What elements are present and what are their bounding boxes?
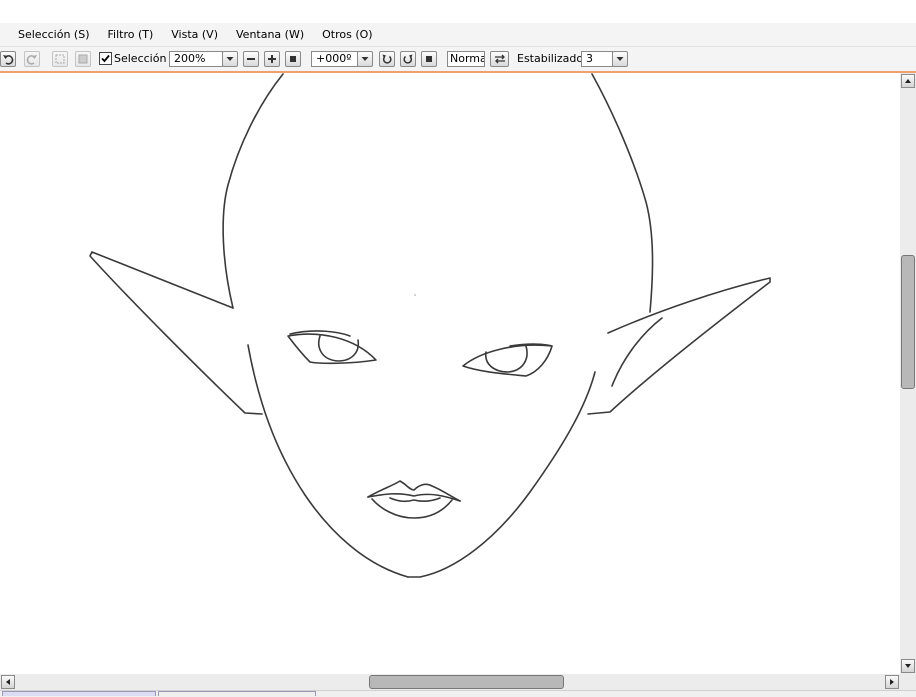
- toolbar: Selección 200% +000º Normal Estabilizado…: [0, 47, 916, 73]
- menu-seleccion[interactable]: Selección (S): [9, 23, 99, 46]
- stabilizer-dropdown-button[interactable]: [612, 51, 628, 67]
- bottom-tab[interactable]: [158, 691, 316, 696]
- zoom-in-icon: [268, 55, 276, 63]
- head-outline-left: [222, 73, 284, 309]
- chevron-down-icon: [361, 57, 369, 61]
- zoom-field[interactable]: 200%: [169, 51, 223, 67]
- rotate-right-icon: [403, 54, 413, 64]
- rotation-dropdown-button[interactable]: [357, 51, 373, 67]
- undo-icon: [3, 55, 14, 65]
- scroll-right-button[interactable]: [885, 675, 899, 689]
- redo-button[interactable]: [24, 51, 40, 67]
- menu-ventana[interactable]: Ventana (W): [227, 23, 313, 46]
- flip-horizontal-icon: [494, 54, 505, 64]
- rotate-left-button[interactable]: [379, 51, 395, 67]
- scrollbar-corner: [900, 674, 916, 690]
- jaw-left: [247, 344, 409, 578]
- right-iris: [484, 345, 528, 373]
- flip-horizontal-button[interactable]: [490, 51, 509, 67]
- invert-selection-icon: [78, 54, 88, 64]
- lower-lip: [371, 498, 453, 519]
- right-ear: [587, 277, 771, 415]
- arrow-up-icon: [905, 79, 911, 83]
- menu-filtro[interactable]: Filtro (T): [99, 23, 163, 46]
- invert-selection-button[interactable]: [75, 51, 91, 67]
- rotation-field[interactable]: +000º: [311, 51, 358, 67]
- elf-face-drawing: [89, 73, 771, 578]
- horizontal-scroll-thumb[interactable]: [369, 675, 564, 689]
- arrow-right-icon: [890, 679, 894, 685]
- stabilizer-label: Estabilizador: [517, 52, 588, 65]
- zoom-reset-button[interactable]: [285, 51, 301, 67]
- rotate-left-icon: [382, 54, 392, 64]
- lip-detail: [389, 497, 441, 503]
- upper-lip: [367, 480, 461, 502]
- blend-mode-field[interactable]: Normal: [447, 51, 485, 67]
- left-eye: [287, 333, 377, 365]
- menu-otros[interactable]: Otros (O): [313, 23, 381, 46]
- chevron-down-icon: [616, 57, 624, 61]
- arrow-down-icon: [905, 664, 911, 668]
- scroll-up-button[interactable]: [901, 74, 915, 88]
- title-strip: [0, 0, 916, 23]
- left-ear: [89, 251, 263, 415]
- menu-vista[interactable]: Vista (V): [162, 23, 227, 46]
- scroll-left-button[interactable]: [1, 675, 15, 689]
- undo-button[interactable]: [0, 51, 16, 67]
- zoom-reset-icon: [290, 56, 296, 62]
- zoom-out-icon: [247, 58, 255, 60]
- zoom-in-button[interactable]: [264, 51, 280, 67]
- deselect-button[interactable]: [52, 51, 68, 67]
- redo-icon: [26, 55, 37, 65]
- menu-bar: Selección (S) Filtro (T) Vista (V) Venta…: [0, 23, 916, 47]
- zoom-dropdown-button[interactable]: [222, 51, 238, 67]
- left-iris: [318, 335, 360, 362]
- vertical-scrollbar[interactable]: [900, 73, 916, 674]
- scroll-down-button[interactable]: [901, 659, 915, 673]
- head-outline-right: [591, 73, 654, 313]
- checkmark-icon: [101, 54, 110, 63]
- selection-label: Selección: [114, 52, 167, 65]
- canvas-dot: [414, 294, 416, 296]
- rotate-right-button[interactable]: [400, 51, 416, 67]
- zoom-out-button[interactable]: [243, 51, 259, 67]
- arrow-left-icon: [6, 679, 10, 685]
- drawing-canvas[interactable]: [0, 73, 900, 674]
- selection-checkbox[interactable]: [99, 52, 112, 65]
- vertical-scroll-thumb[interactable]: [901, 255, 915, 389]
- jaw-right: [407, 371, 596, 578]
- chevron-down-icon: [226, 57, 234, 61]
- stabilizer-field[interactable]: 3: [581, 51, 613, 67]
- horizontal-scrollbar[interactable]: [0, 674, 900, 690]
- bottom-tab-active[interactable]: [2, 691, 156, 696]
- rotate-reset-icon: [426, 56, 432, 62]
- rotate-reset-button[interactable]: [421, 51, 437, 67]
- deselect-icon: [55, 54, 65, 64]
